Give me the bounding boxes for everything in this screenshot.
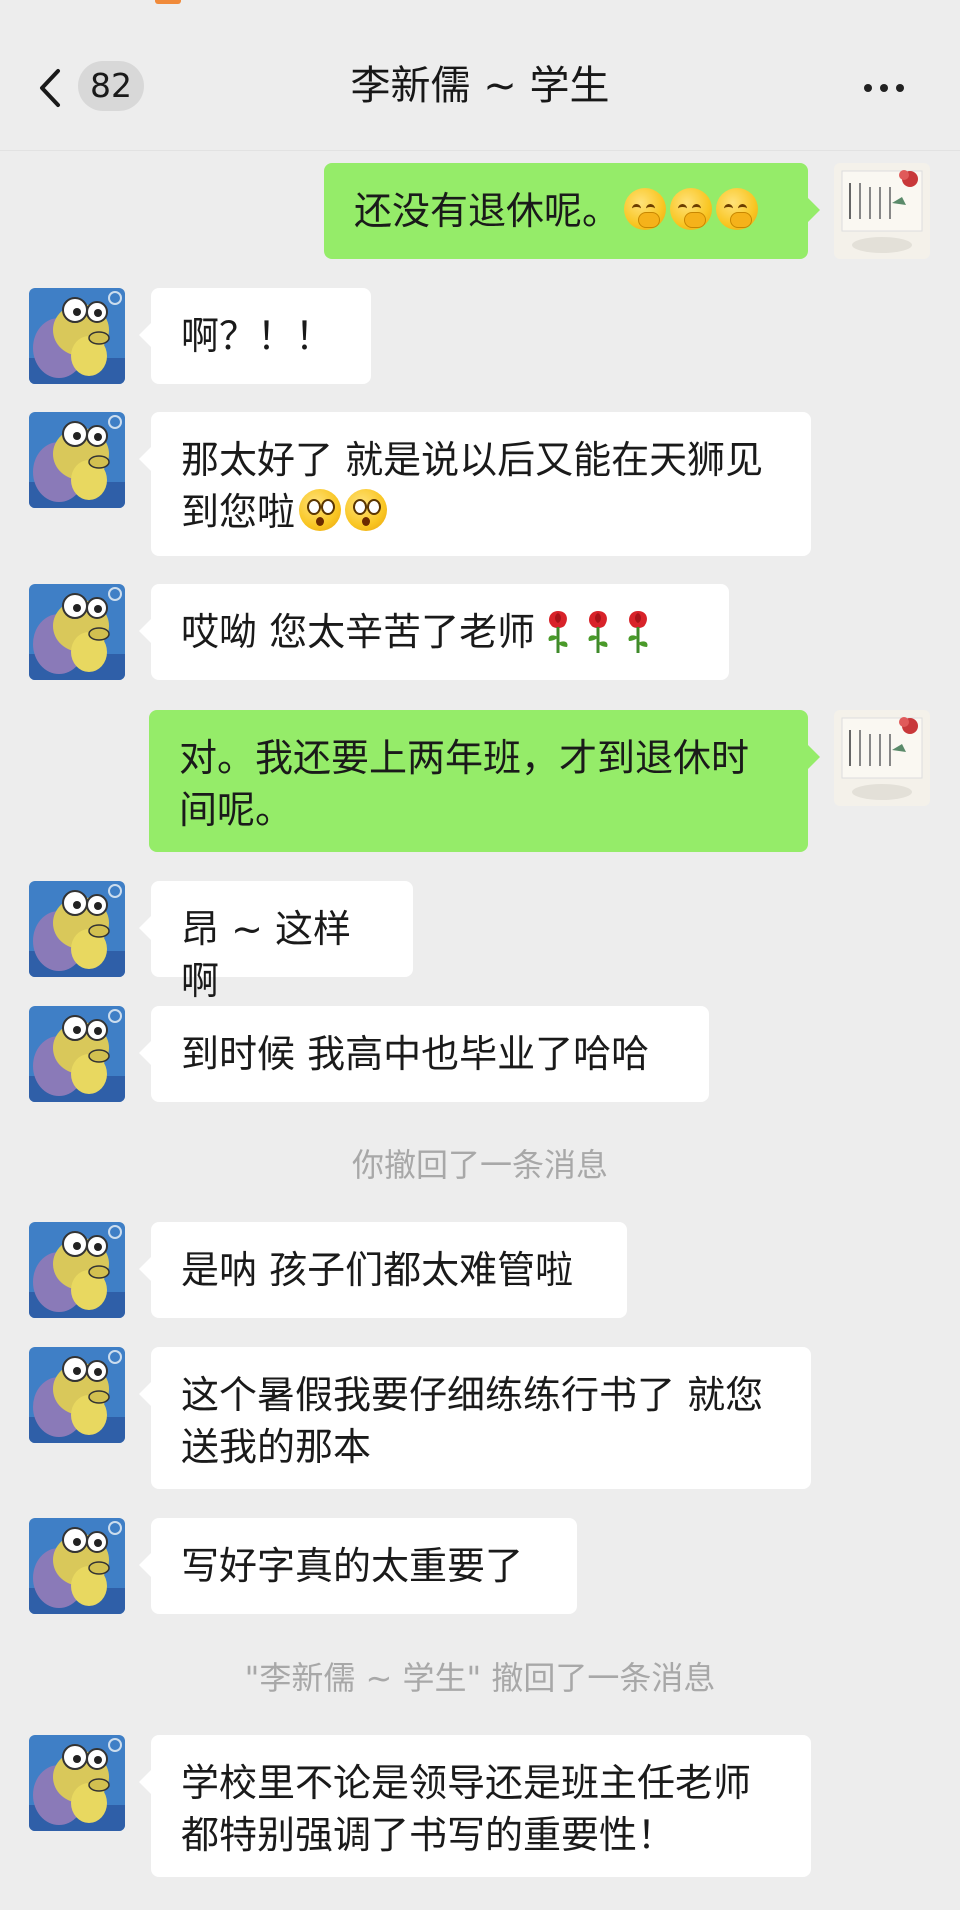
- status-bar: [0, 0, 960, 6]
- self-avatar[interactable]: [834, 710, 930, 806]
- facepalm-emoji-icon: [716, 188, 759, 230]
- contact-avatar[interactable]: [29, 288, 125, 384]
- message-text: 对。我还要上两年班，才到退休时: [179, 736, 750, 780]
- chat-header: 82 李新儒 ~ 学生: [0, 18, 960, 151]
- contact-avatar[interactable]: [29, 1347, 125, 1443]
- more-options-icon[interactable]: [860, 78, 920, 98]
- contact-avatar[interactable]: [29, 412, 125, 508]
- message-text: 是呐 孩子们都太难管啦: [181, 1248, 574, 1292]
- message-bubble[interactable]: 是呐 孩子们都太难管啦: [151, 1222, 627, 1318]
- message-bubble[interactable]: 昂 ~ 这样啊: [151, 881, 413, 1003]
- self-avatar[interactable]: [834, 163, 930, 259]
- message-text: 送我的那本: [181, 1425, 372, 1469]
- message-text: 都特别强调了书写的重要性！: [181, 1813, 676, 1857]
- surprised-crying-emoji-icon: [345, 489, 388, 531]
- message-text: 学校里不论是领导还是班主任老师: [181, 1761, 752, 1805]
- surprised-crying-emoji-icon: [299, 489, 342, 531]
- facepalm-emoji-icon: [670, 188, 713, 230]
- recall-notice: "李新儒 ~ 学生" 撤回了一条消息: [244, 1659, 716, 1697]
- message-text: 哎呦 您太辛苦了老师: [181, 610, 536, 654]
- recall-notice: 你撤回了一条消息: [351, 1146, 608, 1184]
- message-bubble[interactable]: 啊？！！: [151, 288, 371, 384]
- status-indicator: [155, 0, 181, 4]
- facepalm-emoji-icon: [624, 188, 667, 230]
- contact-avatar[interactable]: [29, 1222, 125, 1318]
- message-bubble[interactable]: 写好字真的太重要了: [151, 1518, 577, 1614]
- message-bubble[interactable]: 这个暑假我要仔细练练行书了 就您 送我的那本: [151, 1347, 811, 1489]
- message-text: 这个暑假我要仔细练练行书了 就您: [181, 1373, 764, 1417]
- message-bubble[interactable]: 学校里不论是领导还是班主任老师 都特别强调了书写的重要性！: [151, 1735, 811, 1877]
- message-text: 写好字真的太重要了: [181, 1544, 524, 1588]
- contact-avatar[interactable]: [29, 881, 125, 977]
- message-text: 啊？！！: [181, 314, 334, 358]
- message-bubble[interactable]: 还没有退休呢。: [324, 163, 808, 259]
- message-text: 到您啦: [181, 490, 296, 534]
- back-arrow-icon[interactable]: [30, 63, 70, 113]
- message-text: 那太好了 就是说以后又能在天狮见: [181, 438, 764, 482]
- message-text: 间呢。: [179, 788, 294, 832]
- contact-avatar[interactable]: [29, 1735, 125, 1831]
- message-text: 到时候 我高中也毕业了哈哈: [181, 1032, 650, 1076]
- message-bubble[interactable]: 到时候 我高中也毕业了哈哈: [151, 1006, 709, 1102]
- chat-title: 李新儒 ~ 学生: [350, 63, 610, 109]
- message-text: 昂 ~ 这样啊: [181, 907, 351, 1003]
- contact-avatar[interactable]: [29, 1518, 125, 1614]
- message-text: 还没有退休呢。: [354, 189, 621, 233]
- contact-avatar[interactable]: [29, 1006, 125, 1102]
- message-bubble[interactable]: 对。我还要上两年班，才到退休时 间呢。: [149, 710, 808, 852]
- message-bubble[interactable]: 哎呦 您太辛苦了老师: [151, 584, 729, 680]
- message-bubble[interactable]: 那太好了 就是说以后又能在天狮见 到您啦: [151, 412, 811, 556]
- unread-count-badge[interactable]: 82: [78, 61, 144, 111]
- rose-emoji-icon: [627, 609, 650, 655]
- rose-emoji-icon: [547, 609, 570, 655]
- rose-emoji-icon: [587, 609, 610, 655]
- contact-avatar[interactable]: [29, 584, 125, 680]
